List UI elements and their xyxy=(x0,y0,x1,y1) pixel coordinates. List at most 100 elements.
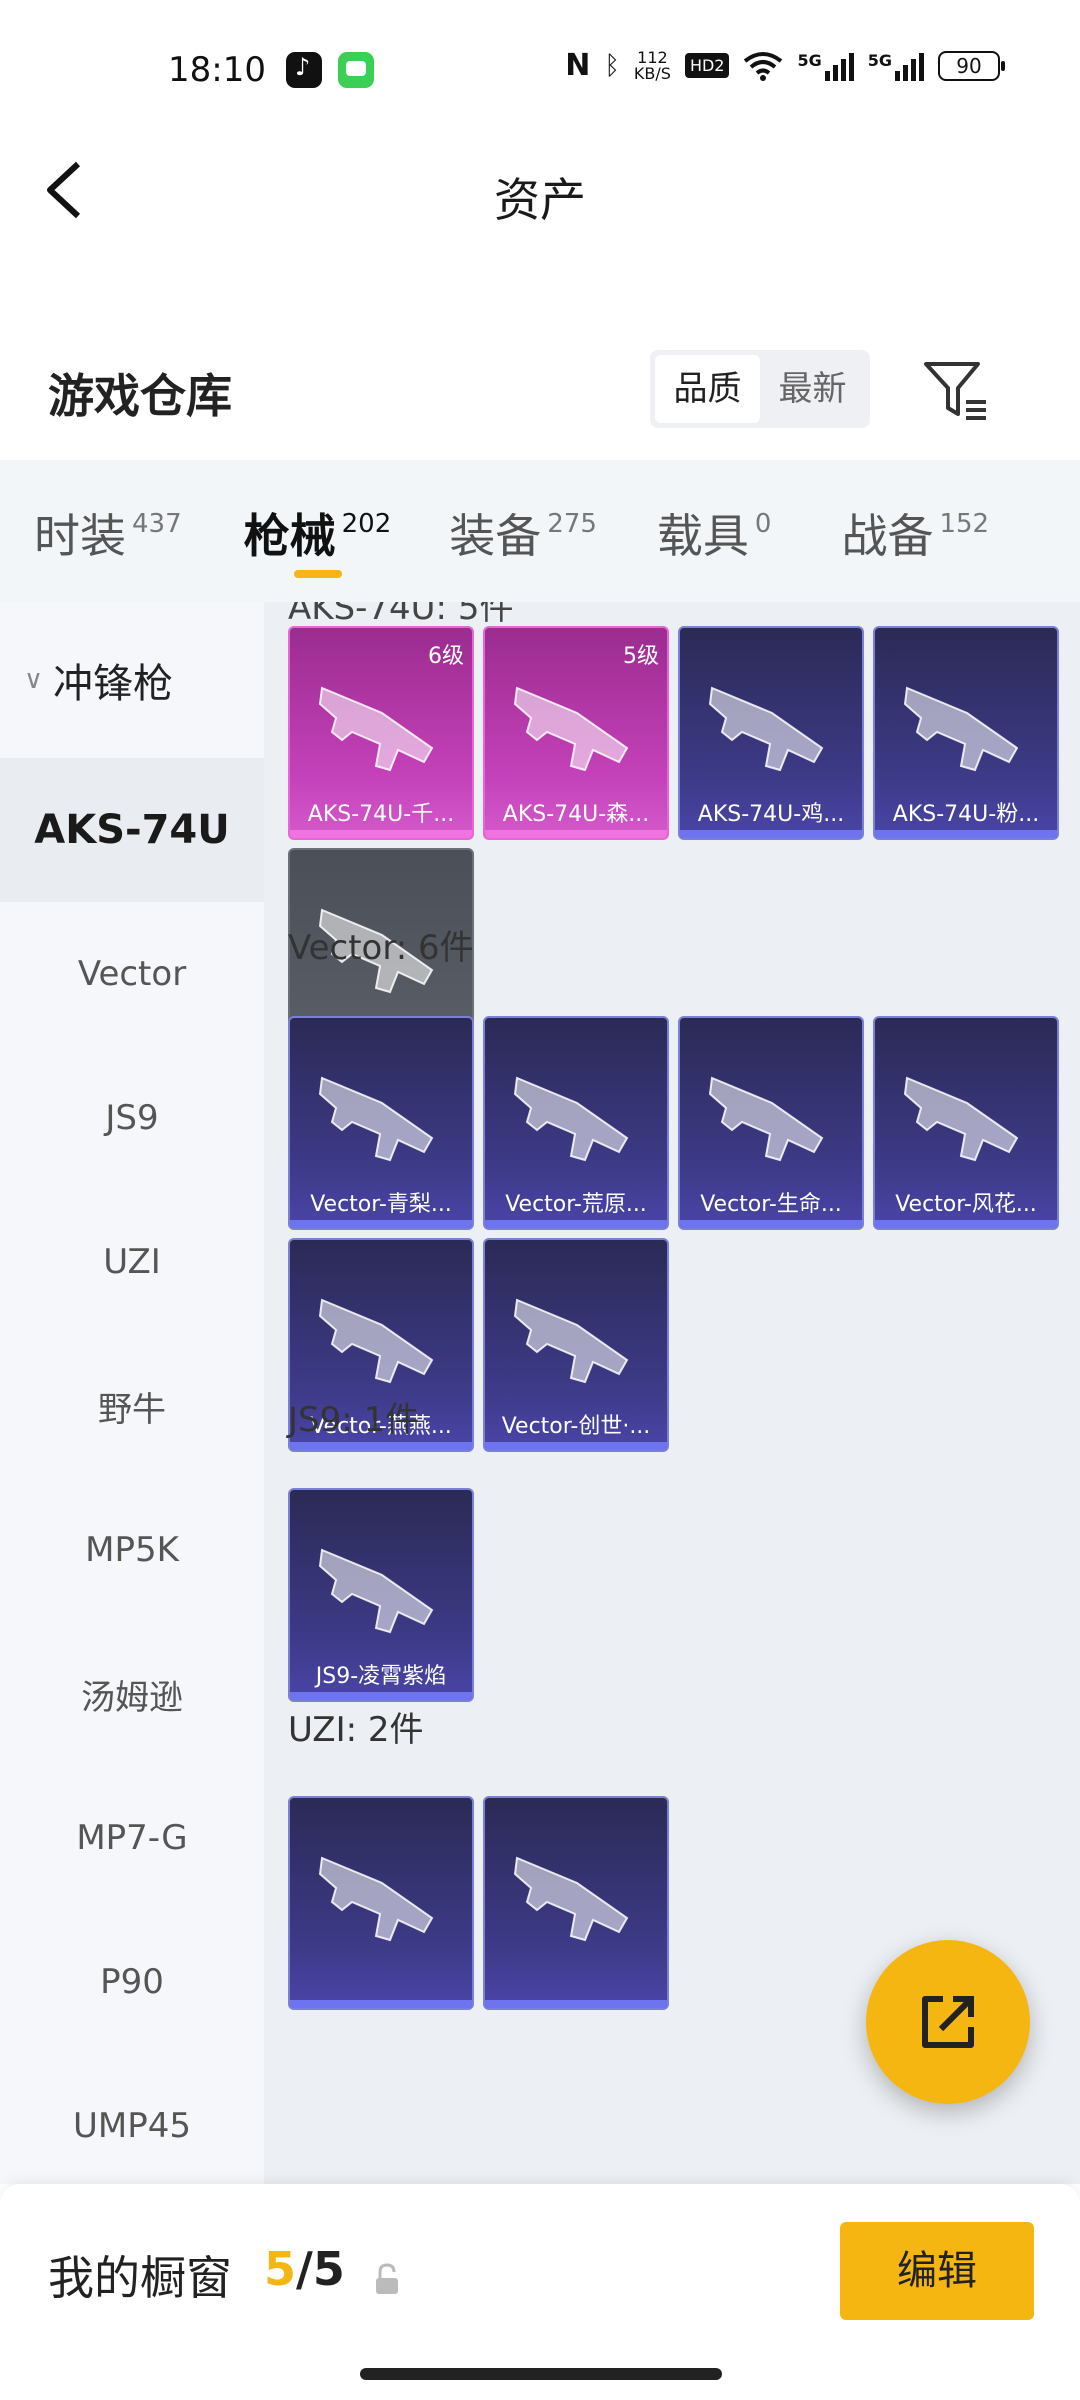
sidebar-item-ump45[interactable]: UMP45 xyxy=(0,2054,264,2198)
hd-voice-icon: HD2 xyxy=(684,53,730,78)
tab-vehicles[interactable]: 载具 0 xyxy=(657,460,772,602)
rarity-strip xyxy=(290,830,472,838)
weapon-card[interactable]: Vector-创世·... xyxy=(483,1238,669,1452)
weapon-card[interactable]: AKS-74U-粉... xyxy=(873,626,1059,840)
category-tabs: 时装 437 枪械 202 装备 275 载具 0 战备 152 xyxy=(0,460,1080,602)
gun-icon xyxy=(513,1298,629,1384)
tab-count: 437 xyxy=(132,509,182,539)
sidebar-item-aks74u[interactable]: AKS-74U xyxy=(0,758,264,902)
weapon-card[interactable]: Vector-风花... xyxy=(873,1016,1059,1230)
weapon-name: Vector-荒原... xyxy=(505,1192,647,1217)
tab-count: 275 xyxy=(547,509,597,539)
weapon-card[interactable] xyxy=(288,1796,474,2010)
weapon-card[interactable]: Vector-青梨... xyxy=(288,1016,474,1230)
page-title: 资产 xyxy=(494,173,586,227)
sort-latest-option[interactable]: 最新 xyxy=(760,355,865,423)
share-button[interactable] xyxy=(866,1940,1030,2104)
weapon-sidebar: ∨ 冲锋枪 AKS-74U Vector JS9 UZI 野牛 MP5K 汤姆逊… xyxy=(0,602,264,2184)
rarity-strip xyxy=(290,1692,472,1700)
weapon-name: AKS-74U-粉... xyxy=(892,802,1040,827)
weapon-name: Vector-生命... xyxy=(700,1192,842,1217)
level-badge: 6级 xyxy=(428,644,464,669)
sidebar-group-label: 冲锋枪 xyxy=(53,661,174,707)
weapon-card[interactable]: 5级 AKS-74U-森... xyxy=(483,626,669,840)
sort-quality-option[interactable]: 品质 xyxy=(655,355,760,423)
sidebar-item-thompson[interactable]: 汤姆逊 xyxy=(0,1622,264,1766)
tab-fashion[interactable]: 时装 437 xyxy=(34,460,182,602)
weapon-card[interactable]: JS9-凌霄紫焰 xyxy=(288,1488,474,1702)
weapon-card[interactable]: Vector-荒原... xyxy=(483,1016,669,1230)
weapon-card[interactable]: AKS-74U-鸡... xyxy=(678,626,864,840)
showcase-label: 我的橱窗 xyxy=(48,2251,232,2305)
tab-count: 202 xyxy=(341,509,392,539)
home-indicator[interactable] xyxy=(360,2368,722,2380)
rarity-strip xyxy=(290,1442,472,1450)
level-badge: 5级 xyxy=(623,644,659,669)
share-icon xyxy=(922,1996,974,2048)
sidebar-item-mp7g[interactable]: MP7-G xyxy=(0,1766,264,1910)
sidebar-item-p90[interactable]: P90 xyxy=(0,1910,264,2054)
sidebar-item-vector[interactable]: Vector xyxy=(0,902,264,1046)
network-speed-unit: KB/S xyxy=(633,63,671,83)
weapon-card[interactable] xyxy=(483,1796,669,2010)
weapon-name: Vector-创世·... xyxy=(501,1414,651,1439)
weapon-card[interactable]: 6级 AKS-74U-千... xyxy=(288,626,474,840)
status-icons: N ᛒ 112 KB/S HD2 5G 5G 90 xyxy=(565,48,1005,83)
rarity-strip xyxy=(290,1220,472,1228)
tab-supplies[interactable]: 战备 152 xyxy=(841,460,989,602)
sidebar-group-smg[interactable]: ∨ 冲锋枪 xyxy=(0,602,264,758)
tab-label: 时装 xyxy=(34,509,126,563)
tab-equipment[interactable]: 装备 275 xyxy=(449,460,597,602)
section-header: UZI: 2件 xyxy=(288,1710,424,1750)
network-type-label-2: 5G xyxy=(867,50,892,70)
sidebar-item-bison[interactable]: 野牛 xyxy=(0,1334,264,1478)
rarity-strip xyxy=(680,830,862,838)
tab-label: 枪械 xyxy=(243,509,336,563)
showcase-bar: 我的橱窗 5/5 编辑 xyxy=(0,2184,1080,2400)
section-header: JS9: 1件 xyxy=(288,1400,420,1440)
rarity-strip xyxy=(290,2000,472,2008)
wifi-icon xyxy=(744,51,783,81)
weapon-card[interactable]: Vector-生命... xyxy=(678,1016,864,1230)
message-icon xyxy=(338,52,374,88)
showcase-count: 5/5 xyxy=(264,2242,345,2296)
warehouse-header: 游戏仓库 品质 最新 xyxy=(0,330,1080,460)
warehouse-title: 游戏仓库 xyxy=(48,369,232,423)
gun-icon xyxy=(318,1298,434,1384)
filter-icon xyxy=(924,362,986,420)
battery-icon: 90 xyxy=(938,50,1005,81)
sidebar-item-js9[interactable]: JS9 xyxy=(0,1046,264,1190)
gun-icon xyxy=(318,686,434,772)
status-bar: 18:10 N ᛒ 112 KB/S HD2 5G 5G 90 xyxy=(0,0,1080,140)
network-speed: 112 KB/S xyxy=(633,49,671,83)
gun-icon xyxy=(903,686,1019,772)
filter-button[interactable] xyxy=(920,354,990,424)
tab-label: 战备 xyxy=(841,509,934,563)
network-type-label: 5G xyxy=(797,50,822,70)
weapon-name: JS9-凌霄紫焰 xyxy=(315,1664,447,1689)
rarity-strip xyxy=(875,1220,1057,1228)
lock-icon xyxy=(376,2263,398,2294)
section-header: AKS-74U: 5件 xyxy=(288,602,514,628)
chevron-down-icon: ∨ xyxy=(24,665,44,695)
gun-icon xyxy=(318,1856,434,1942)
gun-icon xyxy=(318,1548,434,1634)
rarity-strip xyxy=(485,830,667,838)
sidebar-item-mp5k[interactable]: MP5K xyxy=(0,1478,264,1622)
weapon-name: AKS-74U-森... xyxy=(502,802,650,827)
tab-firearms[interactable]: 枪械 202 xyxy=(243,460,392,602)
tab-label: 装备 xyxy=(449,509,542,563)
sidebar-item-uzi[interactable]: UZI xyxy=(0,1190,264,1334)
showcase-used: 5 xyxy=(264,2242,297,2296)
gun-icon xyxy=(513,1076,629,1162)
edit-button[interactable]: 编辑 xyxy=(840,2222,1034,2320)
gun-icon xyxy=(318,1076,434,1162)
rarity-strip xyxy=(875,830,1057,838)
rarity-strip xyxy=(485,2000,667,2008)
showcase-total: 5 xyxy=(312,2242,345,2296)
gun-icon xyxy=(513,1856,629,1942)
rarity-strip xyxy=(680,1220,862,1228)
signal-1-icon: 5G xyxy=(797,50,854,81)
tab-label: 载具 xyxy=(656,509,749,563)
weapon-name: AKS-74U-鸡... xyxy=(697,802,845,827)
